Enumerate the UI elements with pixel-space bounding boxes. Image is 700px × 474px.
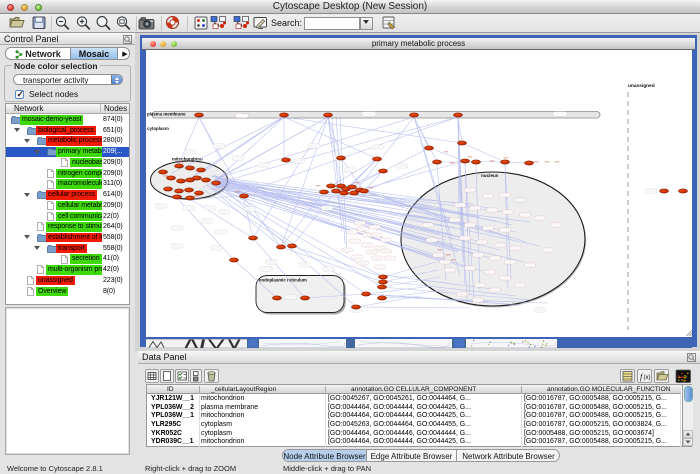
svg-text:mitochondrion: mitochondrion (172, 157, 203, 162)
svg-text:nucleus: nucleus (481, 173, 499, 178)
svg-text:(x): (x) (644, 375, 651, 381)
svg-text:unassigned: unassigned (628, 83, 655, 89)
svg-text:plasma membrane: plasma membrane (147, 112, 186, 117)
svg-text:endoplasmic reticulum: endoplasmic reticulum (259, 278, 307, 283)
svg-text:cytoplasm: cytoplasm (147, 126, 169, 131)
